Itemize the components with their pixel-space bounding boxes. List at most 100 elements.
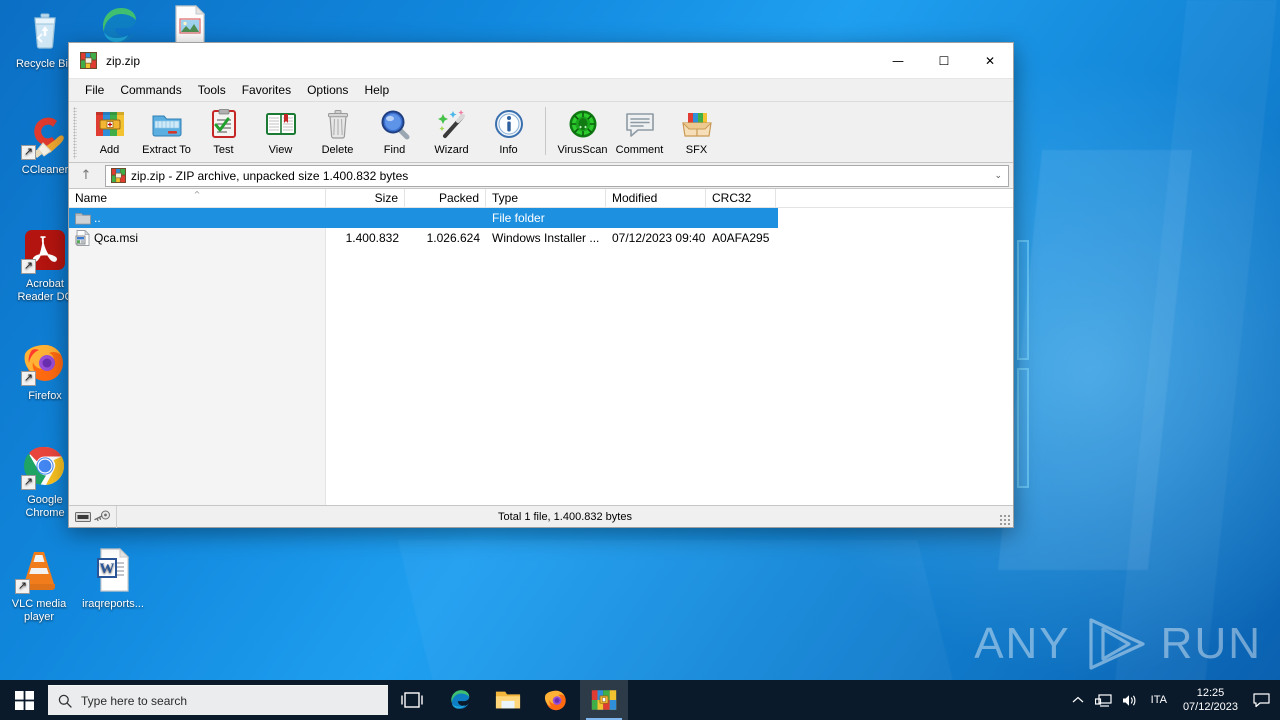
toolbar-delete-button[interactable]: Delete	[309, 105, 366, 156]
close-button[interactable]: ✕	[967, 43, 1013, 79]
cell-packed: 1.026.624	[405, 228, 486, 248]
extract-to-icon	[151, 108, 183, 140]
file-list-rows: .. File folder	[69, 208, 1013, 248]
chevron-up-icon	[1072, 696, 1084, 704]
toolbar-extract-to-button[interactable]: Extract To	[138, 105, 195, 156]
cell-type: Windows Installer ...	[486, 228, 606, 248]
cell-name: Qca.msi	[69, 228, 326, 248]
word-document-icon: W	[89, 546, 137, 594]
toolbar-label: Extract To	[142, 144, 191, 156]
column-header-modified[interactable]: Modified	[606, 189, 706, 207]
find-icon	[379, 108, 411, 140]
toolbar-view-button[interactable]: View	[252, 105, 309, 156]
file-list-header: Name ^ Size Packed Type Modified CRC32	[69, 189, 1013, 208]
msi-file-icon	[75, 230, 91, 246]
address-bar: ↑ zip.zip - ZIP archive, unpacked size 1…	[69, 163, 1013, 189]
taskbar-file-explorer-button[interactable]	[484, 680, 532, 720]
action-center-button[interactable]	[1246, 680, 1276, 720]
window-titlebar[interactable]: zip.zip — ☐ ✕	[69, 43, 1013, 79]
toolbar-grip[interactable]	[73, 107, 77, 159]
watermark-text-left: ANY	[974, 619, 1070, 669]
toolbar-find-button[interactable]: Find	[366, 105, 423, 156]
menu-favorites[interactable]: Favorites	[234, 81, 299, 99]
language-indicator[interactable]: ITA	[1143, 694, 1175, 706]
shortcut-arrow-icon: ↗	[21, 259, 36, 274]
table-row[interactable]: Qca.msi 1.400.832 1.026.624 Windows Inst…	[69, 228, 1013, 248]
cell-packed	[405, 208, 486, 228]
toolbar-label: Delete	[322, 144, 354, 156]
toolbar-label: Comment	[616, 144, 664, 156]
firefox-icon	[543, 687, 569, 713]
wizard-icon	[436, 108, 468, 140]
desktop-icon-iraqreports-document[interactable]: W iraqreports...	[76, 546, 150, 611]
search-input[interactable]: Type here to search	[48, 685, 388, 715]
sfx-icon	[681, 108, 713, 140]
winrar-app-icon	[80, 52, 97, 69]
cell-name-text: Qca.msi	[94, 231, 138, 245]
clock-date: 07/12/2023	[1183, 700, 1238, 714]
column-header-label: Name	[75, 191, 107, 205]
toolbar-wizard-button[interactable]: Wizard	[423, 105, 480, 156]
column-header-crc32[interactable]: CRC32	[706, 189, 776, 207]
toolbar-label: Info	[499, 144, 517, 156]
chevron-down-icon[interactable]: ⌄	[994, 171, 1002, 181]
desktop-icon-vlc-media-player[interactable]: ↗ VLC media player	[2, 546, 76, 624]
ccleaner-icon: ↗	[21, 112, 69, 160]
taskbar-winrar-button[interactable]	[580, 680, 628, 720]
resize-grip[interactable]	[999, 514, 1011, 526]
menu-file[interactable]: File	[77, 81, 112, 99]
menu-help[interactable]: Help	[356, 81, 397, 99]
toolbar-test-button[interactable]: Test	[195, 105, 252, 156]
toolbar-virusscan-button[interactable]: VirusScan	[554, 105, 611, 156]
column-header-type[interactable]: Type	[486, 189, 606, 207]
watermark-text-right: RUN	[1161, 619, 1262, 669]
toolbar-comment-button[interactable]: Comment	[611, 105, 668, 156]
table-row[interactable]: .. File folder	[69, 208, 778, 228]
archive-path-combobox[interactable]: zip.zip - ZIP archive, unpacked size 1.4…	[105, 165, 1009, 187]
toolbar-label: Test	[213, 144, 233, 156]
start-button[interactable]	[0, 680, 48, 720]
column-header-size[interactable]: Size	[326, 189, 405, 207]
cell-name: ..	[69, 208, 326, 228]
volume-button[interactable]	[1117, 680, 1143, 720]
info-icon	[493, 108, 525, 140]
cell-crc32	[706, 208, 776, 228]
play-triangle-icon	[1081, 616, 1151, 672]
show-hidden-icons-button[interactable]	[1065, 680, 1091, 720]
menu-tools[interactable]: Tools	[190, 81, 234, 99]
task-view-button[interactable]	[388, 680, 436, 720]
maximize-button[interactable]: ☐	[921, 43, 967, 79]
shortcut-arrow-icon: ↗	[21, 371, 36, 386]
toolbar-info-button[interactable]: Info	[480, 105, 537, 156]
column-header-name[interactable]: Name ^	[69, 189, 326, 207]
svg-text:W: W	[100, 561, 115, 577]
disk-drive-icon	[75, 511, 91, 523]
winrar-window: zip.zip — ☐ ✕ File Commands Tools Favori…	[68, 42, 1014, 528]
menu-commands[interactable]: Commands	[112, 81, 189, 99]
taskbar-edge-button[interactable]	[436, 680, 484, 720]
file-explorer-icon	[495, 688, 521, 712]
menu-options[interactable]: Options	[299, 81, 356, 99]
delete-icon	[322, 108, 354, 140]
toolbar-sfx-button[interactable]: SFX	[668, 105, 725, 156]
archive-path-text: zip.zip - ZIP archive, unpacked size 1.4…	[131, 169, 408, 183]
cell-size	[326, 208, 405, 228]
add-archive-icon	[94, 108, 126, 140]
recycle-bin-icon	[21, 6, 69, 54]
archive-icon	[111, 168, 126, 183]
up-one-level-button[interactable]: ↑	[73, 165, 99, 187]
column-header-packed[interactable]: Packed	[405, 189, 486, 207]
view-icon	[265, 108, 297, 140]
toolbar-add-button[interactable]: Add	[81, 105, 138, 156]
notification-icon	[1253, 693, 1270, 708]
cell-name-text: ..	[94, 211, 101, 225]
taskbar-firefox-button[interactable]	[532, 680, 580, 720]
network-button[interactable]	[1091, 680, 1117, 720]
toolbar-label: View	[269, 144, 293, 156]
search-icon	[58, 694, 72, 708]
clock[interactable]: 12:25 07/12/2023	[1175, 686, 1246, 714]
desktop-icon-label: iraqreports...	[76, 598, 150, 611]
minimize-button[interactable]: —	[875, 43, 921, 79]
firefox-icon: ↗	[21, 338, 69, 386]
key-icon	[94, 510, 110, 523]
